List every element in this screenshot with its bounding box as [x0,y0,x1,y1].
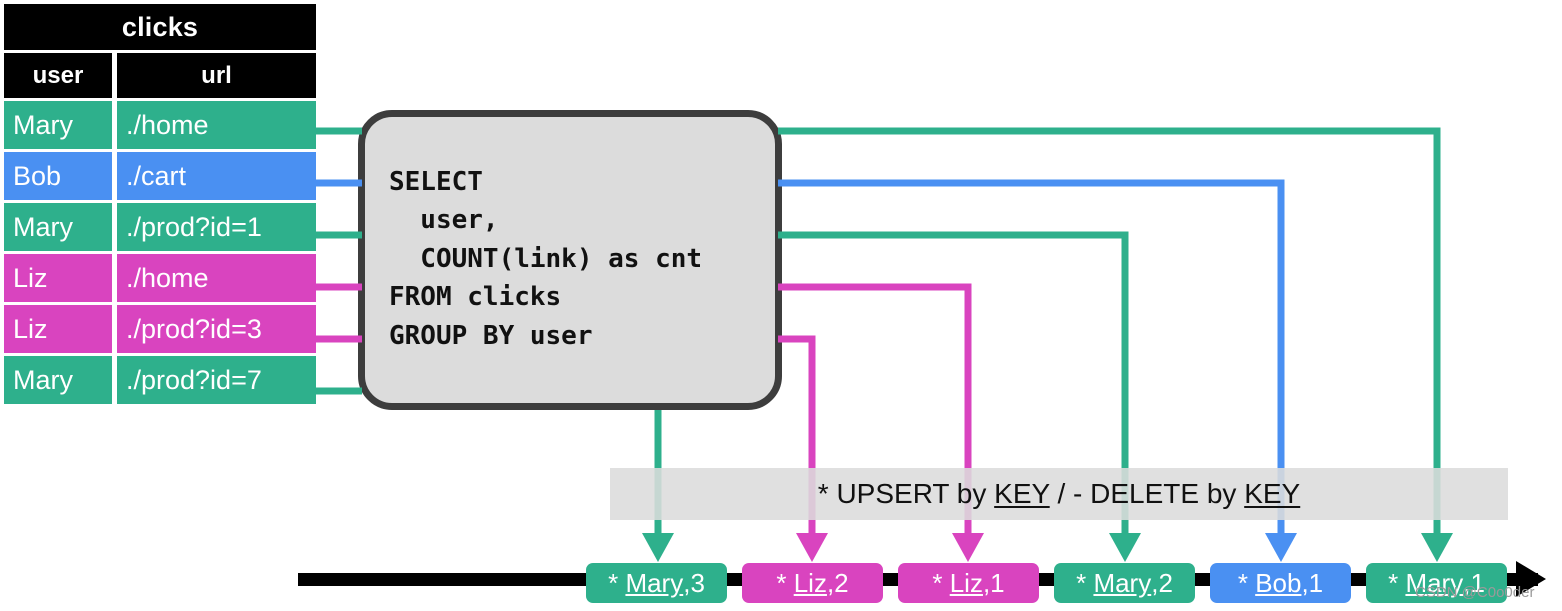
wire-arrowhead-5 [1421,533,1453,562]
record-key: Mary [625,567,684,598]
record-op: * [1076,567,1094,598]
record-value: ,2 [826,567,849,598]
result-record: * Mary ,2 [1054,563,1195,603]
record-op: * [1237,567,1256,598]
wire-arrowhead-3 [1109,533,1141,562]
watermark: CSDN @C0o0der [1415,584,1535,601]
record-value: ,2 [1151,567,1173,598]
record-value: ,1 [982,567,1005,598]
record-key: Liz [793,567,827,598]
result-record: * Liz ,1 [898,563,1039,603]
wire-arrowhead-0 [642,533,674,562]
wire-arrowhead-1 [796,533,828,562]
legend-prefix: * UPSERT by [817,478,995,509]
record-op: * [932,567,950,598]
result-record: * Liz ,2 [742,563,883,603]
wire-arrowhead-4 [1265,533,1297,562]
result-record: * Mary ,3 [586,563,727,603]
record-key: Bob [1255,567,1302,598]
legend-text: * UPSERT by KEY / - DELETE by KEY [818,478,1300,510]
record-value: ,3 [683,567,705,598]
diagram-canvas: clicks user url Mary ./home Bob ./cart Mary.… [0,0,1562,611]
record-op: * [776,567,794,598]
upsert-delete-legend-bar: * UPSERT by KEY / - DELETE by KEY [610,468,1508,520]
legend-key-2: KEY [1244,478,1301,509]
record-key: Liz [949,567,983,598]
record-value: ,1 [1301,567,1324,598]
legend-middle: / - DELETE by [1049,478,1245,509]
wire-arrowhead-2 [952,533,984,562]
result-record: * Bob ,1 [1210,563,1351,603]
record-key: Mary [1093,567,1152,598]
record-op: * [608,567,626,598]
record-op: * [1388,567,1406,598]
legend-key-1: KEY [994,478,1050,509]
